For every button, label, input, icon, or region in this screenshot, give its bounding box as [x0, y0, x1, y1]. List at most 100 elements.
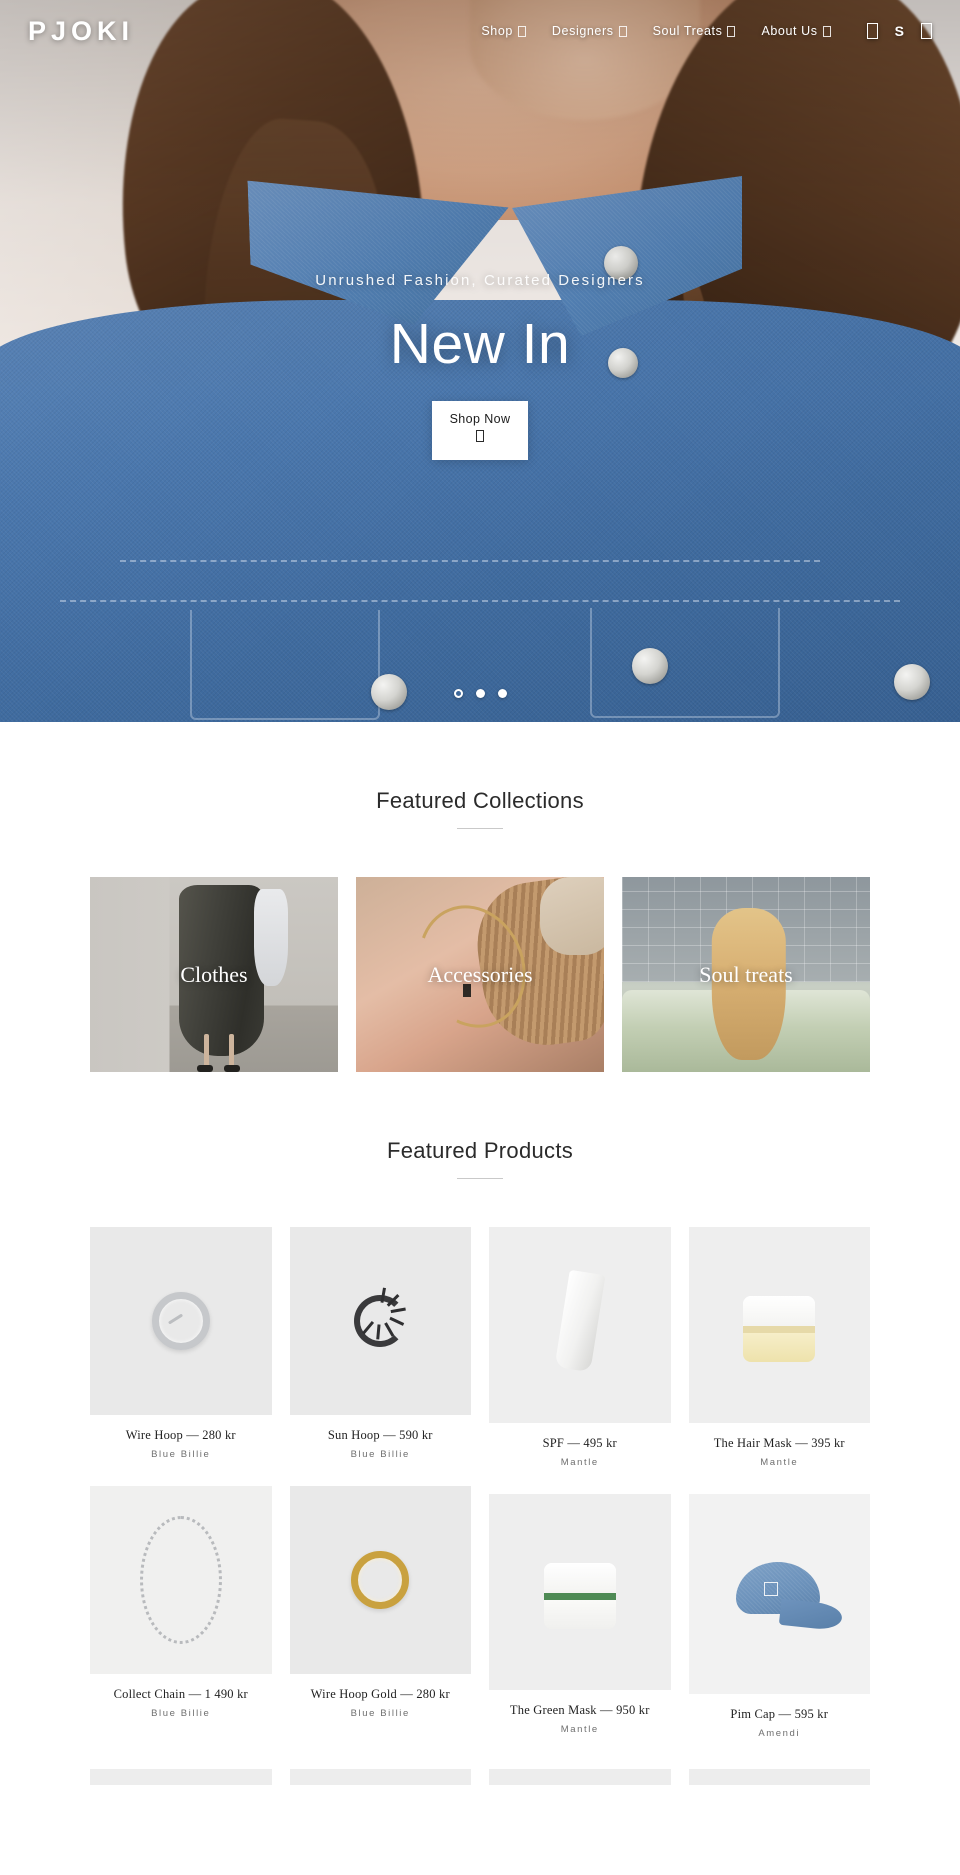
- cap-shape: [720, 1562, 844, 1634]
- product-card[interactable]: Sun Hoop — 590 kr Blue Billie: [289, 1227, 471, 1460]
- product-title: Sun Hoop — 590 kr: [327, 1428, 433, 1442]
- hero-title: New In: [389, 312, 571, 376]
- product-title: Pim Cap — 595 kr: [730, 1707, 829, 1721]
- shop-now-button[interactable]: Shop Now: [432, 401, 528, 460]
- next-products-row: [0, 1769, 960, 1785]
- collection-label: Soul treats: [699, 961, 793, 987]
- cap-logo-icon: [764, 1582, 779, 1596]
- collection-label: Accessories: [427, 961, 533, 987]
- arrow-right-icon: [476, 430, 484, 442]
- product-card[interactable]: SPF — 495 kr Mantle: [489, 1227, 671, 1468]
- chevron-down-icon: [727, 25, 736, 37]
- nav-label: Shop: [481, 24, 513, 38]
- product-brand: Mantle: [560, 1724, 599, 1735]
- product-title: Wire Hoop — 280 kr: [125, 1428, 236, 1442]
- product-image-placeholder[interactable]: [688, 1769, 870, 1785]
- hoop-earring-shape: [151, 1292, 210, 1350]
- carousel-dot-2[interactable]: [475, 689, 485, 698]
- product-image: [289, 1227, 471, 1415]
- jar-lid-shape: [543, 1562, 616, 1593]
- product-image: [489, 1227, 671, 1423]
- nav-item-soul-treats[interactable]: Soul Treats: [653, 24, 736, 38]
- chain-necklace-shape: [139, 1516, 222, 1644]
- product-brand: Blue Billie: [350, 1449, 410, 1460]
- product-image-placeholder[interactable]: [289, 1769, 471, 1785]
- jar-band-shape: [743, 1325, 816, 1333]
- hair-mask-jar-shape: [743, 1295, 816, 1362]
- shop-now-label: Shop Now: [449, 412, 511, 426]
- nav-label: Designers: [551, 24, 614, 38]
- chevron-down-icon: [822, 25, 831, 37]
- site-logo[interactable]: PJOKI: [28, 16, 134, 47]
- product-card[interactable]: The Hair Mask — 395 kr Mantle: [688, 1227, 870, 1468]
- carousel-dot-1[interactable]: [453, 689, 463, 698]
- collections-title: Featured Collections: [376, 788, 584, 813]
- nav-item-designers[interactable]: Designers: [552, 24, 627, 38]
- hero-tagline: Unrushed Fashion, Curated Designers: [315, 272, 645, 289]
- chevron-down-icon: [618, 25, 627, 37]
- product-title: The Green Mask — 950 kr: [509, 1703, 650, 1717]
- featured-products-section: Featured Products Wire Hoop — 280 kr Blu…: [0, 1072, 960, 1785]
- product-image-placeholder[interactable]: [90, 1769, 272, 1785]
- chevron-down-icon: [517, 25, 526, 37]
- product-title: The Hair Mask — 395 kr: [713, 1436, 845, 1450]
- product-card[interactable]: Pim Cap — 595 kr Amendi: [688, 1494, 870, 1739]
- products-title: Featured Products: [386, 1138, 574, 1163]
- main-navigation: Shop Designers Soul Treats About Us S: [481, 23, 932, 39]
- product-image: [688, 1227, 870, 1423]
- cap-brim-shape: [779, 1598, 844, 1632]
- collections-grid: Clothes Accessories Soul treats: [0, 877, 960, 1072]
- jar-body-shape: [743, 1332, 816, 1362]
- jar-body-shape: [543, 1599, 616, 1629]
- shoe-shape: [223, 1065, 240, 1072]
- nav-label: Soul Treats: [652, 24, 723, 38]
- carousel-dots: [0, 689, 960, 698]
- site-header: PJOKI Shop Designers Soul Treats About U…: [0, 0, 960, 62]
- product-brand: Mantle: [560, 1457, 599, 1468]
- spf-tube-shape: [554, 1269, 606, 1373]
- hero-content: Unrushed Fashion, Curated Designers New …: [0, 272, 960, 460]
- product-title: Wire Hoop Gold — 280 kr: [310, 1687, 450, 1701]
- product-brand: Amendi: [758, 1728, 801, 1739]
- collection-card-clothes[interactable]: Clothes: [90, 877, 338, 1072]
- product-image: [688, 1494, 870, 1694]
- cart-icon[interactable]: [921, 23, 932, 39]
- leg-shape: [204, 1034, 210, 1069]
- nav-item-shop[interactable]: Shop: [481, 24, 526, 38]
- search-icon[interactable]: [866, 23, 878, 39]
- collection-label: Clothes: [180, 961, 248, 987]
- collection-card-accessories[interactable]: Accessories: [356, 877, 604, 1072]
- product-image: [289, 1486, 471, 1674]
- product-brand: Blue Billie: [350, 1708, 410, 1719]
- section-divider: [457, 828, 503, 829]
- hero-carousel[interactable]: PJOKI Shop Designers Soul Treats About U…: [0, 0, 960, 722]
- jar-band-shape: [543, 1592, 616, 1600]
- carousel-dot-3[interactable]: [497, 689, 507, 698]
- knit-cuff-shape: [539, 877, 604, 955]
- collection-card-soul-treats[interactable]: Soul treats: [622, 877, 870, 1072]
- product-card[interactable]: Wire Hoop Gold — 280 kr Blue Billie: [289, 1486, 471, 1719]
- products-grid: Wire Hoop — 280 kr Blue Billie Collect C…: [0, 1227, 960, 1765]
- currency-selector[interactable]: S: [895, 23, 904, 39]
- gold-hoop-earring-shape: [351, 1551, 410, 1609]
- product-title: Collect Chain — 1 490 kr: [113, 1687, 248, 1701]
- featured-collections-section: Featured Collections Clothes Accessories: [0, 722, 960, 1072]
- product-image: [90, 1227, 272, 1415]
- shoe-shape: [196, 1065, 213, 1072]
- nav-item-about-us[interactable]: About Us: [761, 24, 831, 38]
- leg-shape: [228, 1034, 234, 1069]
- product-card[interactable]: The Green Mask — 950 kr Mantle: [489, 1494, 671, 1735]
- green-mask-jar-shape: [543, 1562, 616, 1629]
- jar-lid-shape: [743, 1295, 816, 1326]
- product-image: [90, 1486, 272, 1674]
- header-icons: S: [866, 23, 932, 39]
- product-title: SPF — 495 kr: [542, 1436, 617, 1450]
- product-brand: Mantle: [760, 1457, 799, 1468]
- product-image-placeholder[interactable]: [489, 1769, 671, 1785]
- section-divider: [457, 1178, 503, 1179]
- product-card[interactable]: Collect Chain — 1 490 kr Blue Billie: [90, 1486, 272, 1719]
- nav-label: About Us: [761, 24, 818, 38]
- product-card[interactable]: Wire Hoop — 280 kr Blue Billie: [90, 1227, 272, 1460]
- product-image: [489, 1494, 671, 1690]
- product-brand: Blue Billie: [151, 1708, 211, 1719]
